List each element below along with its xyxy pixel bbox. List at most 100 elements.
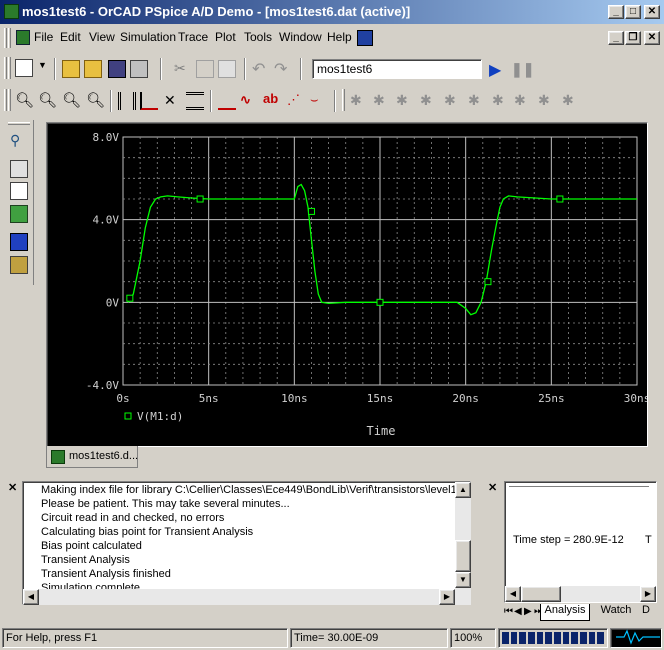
print-icon[interactable] (130, 60, 148, 78)
toolbar-grip[interactable] (342, 89, 345, 111)
tab-prev-icon[interactable]: ◀ (514, 606, 522, 617)
cursor-search-icon[interactable]: ✱ (492, 92, 510, 110)
log-y-axis-icon[interactable] (186, 92, 204, 110)
watch-close-icon[interactable]: ✕ (488, 481, 497, 494)
run-schematic-icon[interactable] (10, 205, 28, 223)
legend-label[interactable]: V(M1:d) (137, 410, 183, 423)
zoom-out-icon[interactable]: 🔍︎ (38, 91, 57, 109)
side-toolbar-grip[interactable] (8, 122, 30, 125)
doc-restore-button[interactable]: ❐ (625, 31, 641, 45)
redo-icon[interactable]: ↷ (274, 59, 292, 78)
mark-data-points-icon[interactable]: ⋰ (287, 92, 305, 110)
paste-icon[interactable] (218, 60, 236, 78)
menu-help[interactable]: Help (327, 30, 352, 44)
cursor-point-icon[interactable]: ✱ (468, 92, 486, 110)
view-simulation-results-icon[interactable] (10, 182, 28, 200)
run-icon[interactable]: ▶ (489, 60, 501, 80)
cursor-slope-icon[interactable]: ✱ (396, 92, 414, 110)
open-folder-icon[interactable] (62, 60, 80, 78)
title-bar: mos1test6 - OrCAD PSpice A/D Demo - [mos… (0, 0, 664, 24)
zoom-in-icon[interactable]: 🔍︎ (15, 91, 34, 109)
new-dropdown-icon[interactable]: ▼ (38, 60, 47, 70)
toolbar-grip[interactable] (4, 89, 7, 111)
doc-minimize-button[interactable]: _ (608, 31, 624, 45)
watch-tab-strip: ⏮ ◀ ▶ ⏭ Analysis Watch D (504, 604, 657, 622)
cursor-prev-transition-icon[interactable]: ✱ (538, 92, 556, 110)
scroll-up-button[interactable]: ▲ (455, 482, 471, 498)
copy-icon[interactable] (196, 60, 214, 78)
menu-window[interactable]: Window (279, 30, 322, 44)
trace-marker (126, 294, 134, 302)
scroll-thumb[interactable] (455, 540, 471, 572)
output-line: Transient Analysis (41, 554, 130, 566)
toggle-cursor-icon[interactable]: ⌣ (310, 92, 328, 110)
cut-icon[interactable]: ✂ (174, 60, 192, 78)
maximize-button[interactable]: □ (625, 5, 641, 19)
menu-edit[interactable]: Edit (60, 30, 81, 44)
menu-view[interactable]: View (89, 30, 115, 44)
simulation-settings-icon[interactable] (10, 256, 28, 274)
toolbar-grip[interactable] (4, 57, 7, 79)
add-text-label-icon[interactable]: ab (263, 91, 281, 109)
waveform-activity-icon (610, 628, 662, 648)
doc-close-button[interactable]: ✕ (644, 31, 660, 45)
view-output-file-icon[interactable] (10, 160, 28, 178)
cursor-trough-icon[interactable]: ✱ (373, 92, 391, 110)
tab-analysis[interactable]: Analysis (540, 604, 590, 621)
menubar-grip[interactable] (4, 28, 7, 48)
scroll-down-button[interactable]: ▼ (455, 572, 471, 588)
pause-icon[interactable]: ❚❚ (511, 61, 534, 78)
performance-analysis-icon[interactable]: ✕ (164, 92, 182, 110)
app-icon (4, 4, 19, 19)
cursor-peak-icon[interactable]: ✱ (350, 92, 368, 110)
minimize-button[interactable]: _ (608, 5, 624, 19)
new-file-icon[interactable] (15, 59, 33, 77)
undo-icon[interactable]: ↶ (252, 59, 270, 78)
save-icon[interactable] (108, 60, 126, 78)
watch-scroll-left-button[interactable]: ◀ (505, 586, 521, 602)
menu-tools[interactable]: Tools (244, 30, 272, 44)
log-x-axis-icon[interactable] (118, 92, 136, 110)
watch-scroll-thumb[interactable] (521, 586, 561, 602)
cursor-max-icon[interactable]: ✱ (444, 92, 462, 110)
cursor-next-transition-icon[interactable]: ✱ (514, 92, 532, 110)
separator (210, 90, 212, 112)
output-vertical-scrollbar[interactable]: ▲ ▼ (455, 482, 471, 590)
tab-first-icon[interactable]: ⏮ (504, 606, 513, 617)
tab-next-icon[interactable]: ▶ (524, 606, 532, 617)
waveform-plot[interactable]: 8.0V 4.0V 0V -4.0V 0s 5ns 10ns 15ns 20ns 25ns 30n… (47, 123, 647, 446)
zoom-fit-icon[interactable]: 🔍︎ (86, 91, 105, 109)
output-window[interactable]: Making index file for library C:\Cellier… (22, 481, 471, 605)
x-tick-label: 15ns (367, 392, 394, 405)
close-button[interactable]: ✕ (644, 5, 660, 19)
separator (334, 90, 336, 112)
tab-plot-document[interactable]: mos1test6.d... (46, 446, 138, 468)
menu-simulation[interactable]: Simulation (120, 30, 176, 44)
probe-icon[interactable]: ⚲ (10, 132, 28, 150)
open-recent-icon[interactable] (84, 60, 102, 78)
menu-file[interactable]: File (34, 30, 53, 44)
trace-v-m1-d[interactable] (127, 183, 637, 316)
simulation-queue-icon[interactable] (10, 233, 28, 251)
menu-trace[interactable]: Trace (178, 30, 208, 44)
watch-horizontal-scrollbar[interactable]: ◀ ▶ (505, 586, 656, 602)
zoom-area-icon[interactable]: 🔍︎ (62, 91, 81, 109)
trace-marker (307, 207, 315, 215)
menu-plot[interactable]: Plot (215, 30, 236, 44)
fourier-icon[interactable] (140, 92, 158, 110)
add-trace-icon[interactable] (218, 92, 236, 110)
help-context-icon[interactable] (357, 30, 373, 46)
simulation-status-window[interactable]: Time step = 280.9E-12 T ◀ ▶ (504, 481, 657, 603)
tab-watch[interactable]: Watch (594, 604, 638, 621)
mark-label-icon[interactable]: ✱ (562, 92, 580, 110)
scroll-right-button[interactable]: ▶ (439, 589, 455, 605)
output-close-icon[interactable]: ✕ (8, 481, 17, 494)
output-horizontal-scrollbar[interactable]: ◀ ▶ (23, 589, 471, 605)
plot-window[interactable]: 8.0V 4.0V 0V -4.0V 0s 5ns 10ns 15ns 20ns 25ns 30n… (46, 122, 648, 447)
watch-scroll-right-button[interactable]: ▶ (640, 586, 656, 602)
cursor-min-icon[interactable]: ✱ (420, 92, 438, 110)
simulation-profile-input[interactable] (312, 59, 482, 79)
tab-devices[interactable]: D (642, 604, 656, 621)
eval-goal-function-icon[interactable]: ∿ (240, 92, 258, 110)
scroll-left-button[interactable]: ◀ (23, 589, 39, 605)
